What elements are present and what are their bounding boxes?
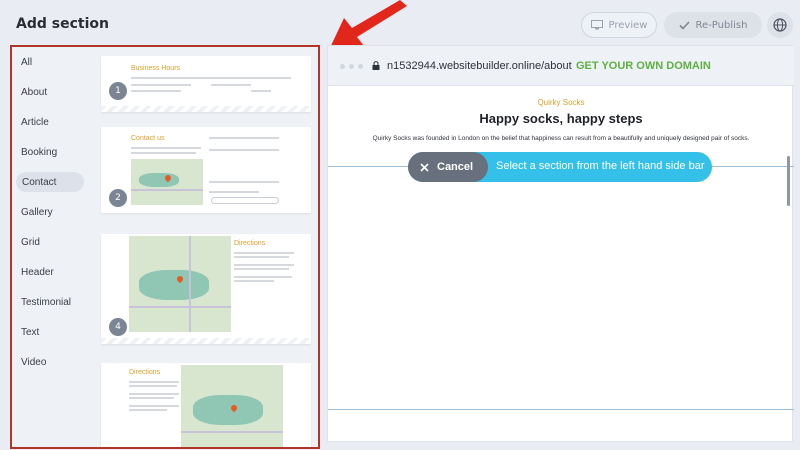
preview-scrollbar[interactable] xyxy=(787,156,790,206)
cancel-label: Cancel xyxy=(437,161,474,173)
category-article[interactable]: Article xyxy=(21,112,81,132)
site-body-text: Quirky Socks was founded in London on th… xyxy=(372,135,750,142)
thumbnail-heading: Directions xyxy=(234,240,266,247)
section-thumbnail-contact-us[interactable]: Contact us 2 xyxy=(101,127,311,213)
page-title: Add section xyxy=(16,16,109,32)
lock-icon xyxy=(372,61,380,70)
map-preview xyxy=(181,365,283,447)
select-section-hint: Select a section from the left hand side… xyxy=(496,160,705,172)
thumbnail-heading: Contact us xyxy=(131,135,165,142)
check-icon xyxy=(678,20,690,30)
thumbnail-badge: 4 xyxy=(109,318,127,336)
republish-label: Re-Publish xyxy=(695,19,748,31)
thumbnail-heading: Directions xyxy=(129,369,161,376)
category-video[interactable]: Video xyxy=(21,352,81,372)
site-url: n1532944.websitebuilder.online/about xyxy=(387,60,572,72)
site-preview-panel: n1532944.websitebuilder.online/about GET… xyxy=(327,45,794,442)
map-preview xyxy=(131,159,203,205)
thumbnail-badge: 1 xyxy=(109,82,127,100)
thumbnail-badge: 2 xyxy=(109,189,127,207)
section-thumbnail-directions-map-right[interactable]: Directions xyxy=(101,363,311,447)
cancel-button[interactable]: Cancel xyxy=(408,152,488,182)
category-gallery[interactable]: Gallery xyxy=(21,202,81,222)
site-heading: Happy socks, happy steps xyxy=(479,111,643,126)
thumbnail-heading: Business Hours xyxy=(131,65,181,72)
site-eyebrow: Quirky Socks xyxy=(537,98,585,107)
close-icon xyxy=(420,162,429,172)
section-drop-zone xyxy=(328,166,794,410)
get-domain-link[interactable]: GET YOUR OWN DOMAIN xyxy=(576,60,711,72)
category-header[interactable]: Header xyxy=(21,262,81,282)
section-thumbnail-directions-map-left[interactable]: Directions 4 xyxy=(101,234,311,344)
category-all[interactable]: All xyxy=(21,52,81,72)
section-thumbnail-business-hours[interactable]: Business Hours 1 xyxy=(101,56,311,112)
preview-label: Preview xyxy=(608,19,648,31)
language-button[interactable] xyxy=(767,12,793,38)
category-booking[interactable]: Booking xyxy=(21,142,81,162)
category-about[interactable]: About xyxy=(21,82,81,102)
window-dots xyxy=(340,64,363,69)
monitor-icon xyxy=(590,20,603,30)
select-section-prompt: Cancel Select a section from the left ha… xyxy=(408,152,712,182)
category-testimonial[interactable]: Testimonial xyxy=(21,292,81,312)
map-preview xyxy=(129,236,231,332)
republish-button[interactable]: Re-Publish xyxy=(664,12,762,38)
category-contact[interactable]: Contact xyxy=(16,172,84,192)
globe-icon xyxy=(773,18,787,32)
category-text[interactable]: Text xyxy=(21,322,81,342)
preview-button[interactable]: Preview xyxy=(581,12,657,38)
section-picker-panel: All About Article Booking Contact Galler… xyxy=(10,45,320,449)
browser-url-bar: n1532944.websitebuilder.online/about GET… xyxy=(328,46,794,86)
category-grid[interactable]: Grid xyxy=(21,232,81,252)
